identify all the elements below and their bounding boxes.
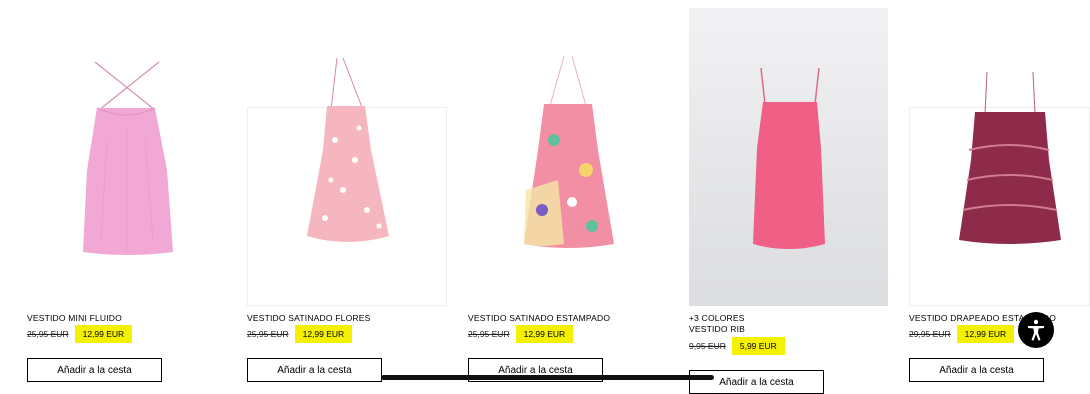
add-to-cart-button[interactable]: Añadir a la cesta bbox=[909, 358, 1044, 382]
product-card: VESTIDO MINI FLUIDO 25,95 EUR 12,99 EUR … bbox=[27, 0, 227, 382]
sale-price: 12,99 EUR bbox=[294, 325, 353, 343]
add-to-cart-button[interactable]: Añadir a la cesta bbox=[247, 358, 382, 382]
product-grid: VESTIDO MINI FLUIDO 25,95 EUR 12,99 EUR … bbox=[0, 0, 1090, 394]
product-name[interactable]: VESTIDO MINI FLUIDO bbox=[27, 313, 122, 324]
product-card: VESTIDO DRAPEADO ESTAMPADO 29,95 EUR 12,… bbox=[909, 0, 1090, 382]
sale-price: 12,99 EUR bbox=[74, 325, 133, 343]
original-price: 9,95 EUR bbox=[689, 341, 726, 351]
price-row: 29,95 EUR 12,99 EUR bbox=[909, 325, 1015, 343]
price-row: 9,95 EUR 5,99 EUR bbox=[689, 337, 785, 355]
accessibility-icon bbox=[1028, 319, 1044, 341]
add-to-cart-button[interactable]: Añadir a la cesta bbox=[689, 370, 824, 394]
product-name[interactable]: +3 COLORES VESTIDO RIB bbox=[689, 313, 745, 335]
sale-price: 12,99 EUR bbox=[956, 325, 1015, 343]
accessibility-button[interactable] bbox=[1018, 312, 1054, 348]
product-image[interactable] bbox=[689, 8, 888, 306]
add-to-cart-button[interactable]: Añadir a la cesta bbox=[27, 358, 162, 382]
original-price: 25,95 EUR bbox=[468, 329, 510, 339]
product-image[interactable] bbox=[27, 30, 227, 306]
price-row: 25,95 EUR 12,99 EUR bbox=[247, 325, 353, 343]
price-row: 25,95 EUR 12,99 EUR bbox=[27, 325, 133, 343]
original-price: 29,95 EUR bbox=[909, 329, 951, 339]
product-name[interactable]: VESTIDO SATINADO ESTAMPADO bbox=[468, 313, 610, 324]
home-indicator bbox=[381, 375, 714, 380]
original-price: 25,95 EUR bbox=[27, 329, 69, 339]
product-card: +3 COLORES VESTIDO RIB 9,95 EUR 5,99 EUR… bbox=[689, 0, 889, 394]
sale-price: 5,99 EUR bbox=[731, 337, 785, 355]
price-row: 25,95 EUR 12,99 EUR bbox=[468, 325, 574, 343]
original-price: 25,95 EUR bbox=[247, 329, 289, 339]
product-card: VESTIDO SATINADO FLORES 25,95 EUR 12,99 … bbox=[247, 0, 447, 382]
product-name[interactable]: VESTIDO SATINADO FLORES bbox=[247, 313, 370, 324]
product-card: VESTIDO SATINADO ESTAMPADO 25,95 EUR 12,… bbox=[468, 0, 668, 382]
product-image[interactable] bbox=[468, 30, 668, 306]
sale-price: 12,99 EUR bbox=[515, 325, 574, 343]
